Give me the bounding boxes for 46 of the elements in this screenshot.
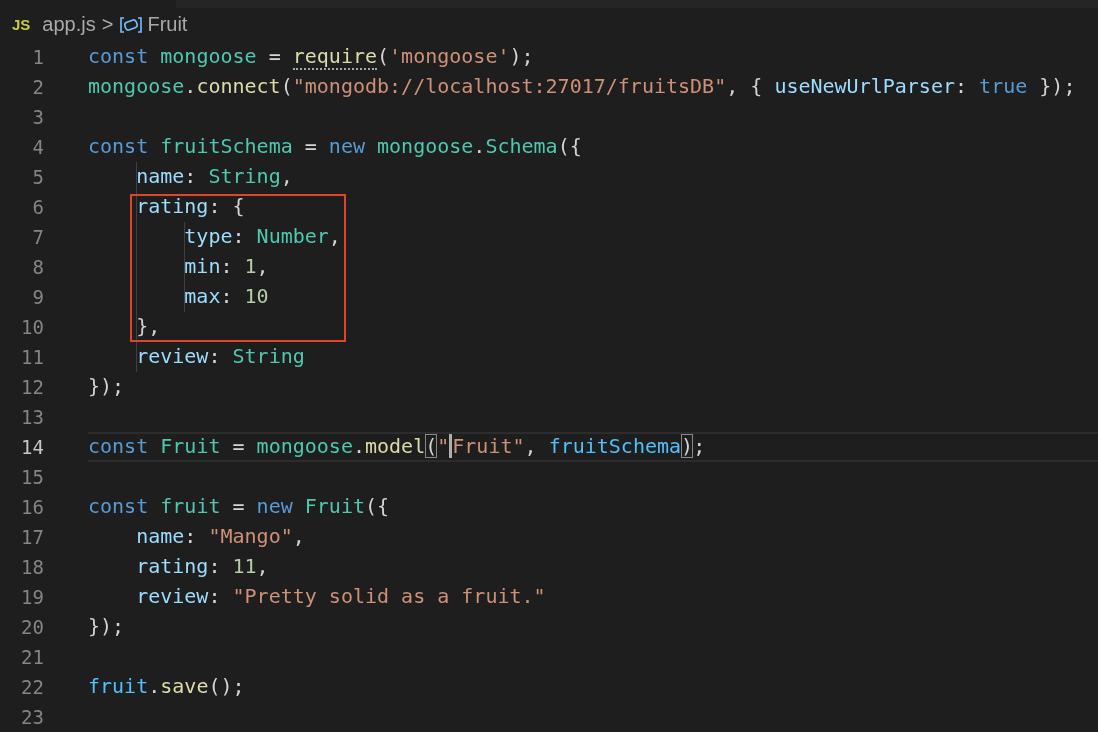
- code-line: const Fruit = mongoose.model("Fruit", fruitSchema);: [88, 433, 706, 460]
- line-number: 2: [31, 76, 44, 98]
- code-line: });: [88, 373, 125, 400]
- line-number: 18: [20, 556, 44, 578]
- code-line: mongoose.connect("mongodb://localhost:27017/fruitsDB", { useNewUrlParser: true });: [88, 73, 1076, 100]
- line-number: 17: [20, 526, 44, 548]
- code-line: review: "Pretty solid as a fruit.": [135, 583, 546, 610]
- line-number: 11: [20, 346, 44, 368]
- line-number: 10: [20, 316, 44, 338]
- line-number: 19: [20, 586, 44, 608]
- code-line: rating: {: [135, 193, 245, 220]
- code-line: },: [135, 313, 161, 340]
- code-line: });: [88, 613, 125, 640]
- code-line: max: 10: [183, 283, 269, 310]
- line-number: 13: [20, 406, 44, 428]
- line-number: 20: [20, 616, 44, 638]
- code-line: fruit.save();: [88, 673, 245, 700]
- breadcrumb-symbol[interactable]: Fruit: [147, 13, 188, 37]
- breadcrumb-separator: >: [101, 13, 114, 37]
- breadcrumb-file[interactable]: app.js: [42, 13, 96, 37]
- symbol-variable-icon: [119, 14, 144, 35]
- code-line: name: "Mango",: [135, 523, 305, 550]
- line-number: 21: [20, 646, 44, 668]
- line-number: 3: [31, 106, 44, 128]
- line-number: 5: [31, 166, 44, 188]
- line-number: 9: [31, 286, 44, 308]
- language-label: JS: [12, 16, 31, 34]
- line-number: 1: [31, 46, 44, 68]
- code-line: name: String,: [135, 163, 293, 190]
- code-line: const fruit = new Fruit({: [88, 493, 390, 520]
- code-line: const fruitSchema = new mongoose.Schema({: [88, 133, 582, 160]
- line-number: 4: [31, 136, 44, 158]
- code-line: review: String: [135, 343, 305, 370]
- line-number: 22: [20, 676, 44, 698]
- line-number: 15: [20, 466, 44, 488]
- line-number: 14: [20, 436, 44, 458]
- code-line: rating: 11,: [135, 553, 269, 580]
- line-number: 12: [20, 376, 44, 398]
- code-line: min: 1,: [183, 253, 269, 280]
- code-line: type: Number,: [183, 223, 341, 250]
- line-number: 23: [20, 706, 44, 728]
- line-number: 6: [31, 196, 44, 218]
- line-number: 16: [20, 496, 44, 518]
- line-number: 7: [31, 226, 44, 248]
- code-line: const mongoose = require('mongoose');: [88, 43, 534, 71]
- line-number: 8: [31, 256, 44, 278]
